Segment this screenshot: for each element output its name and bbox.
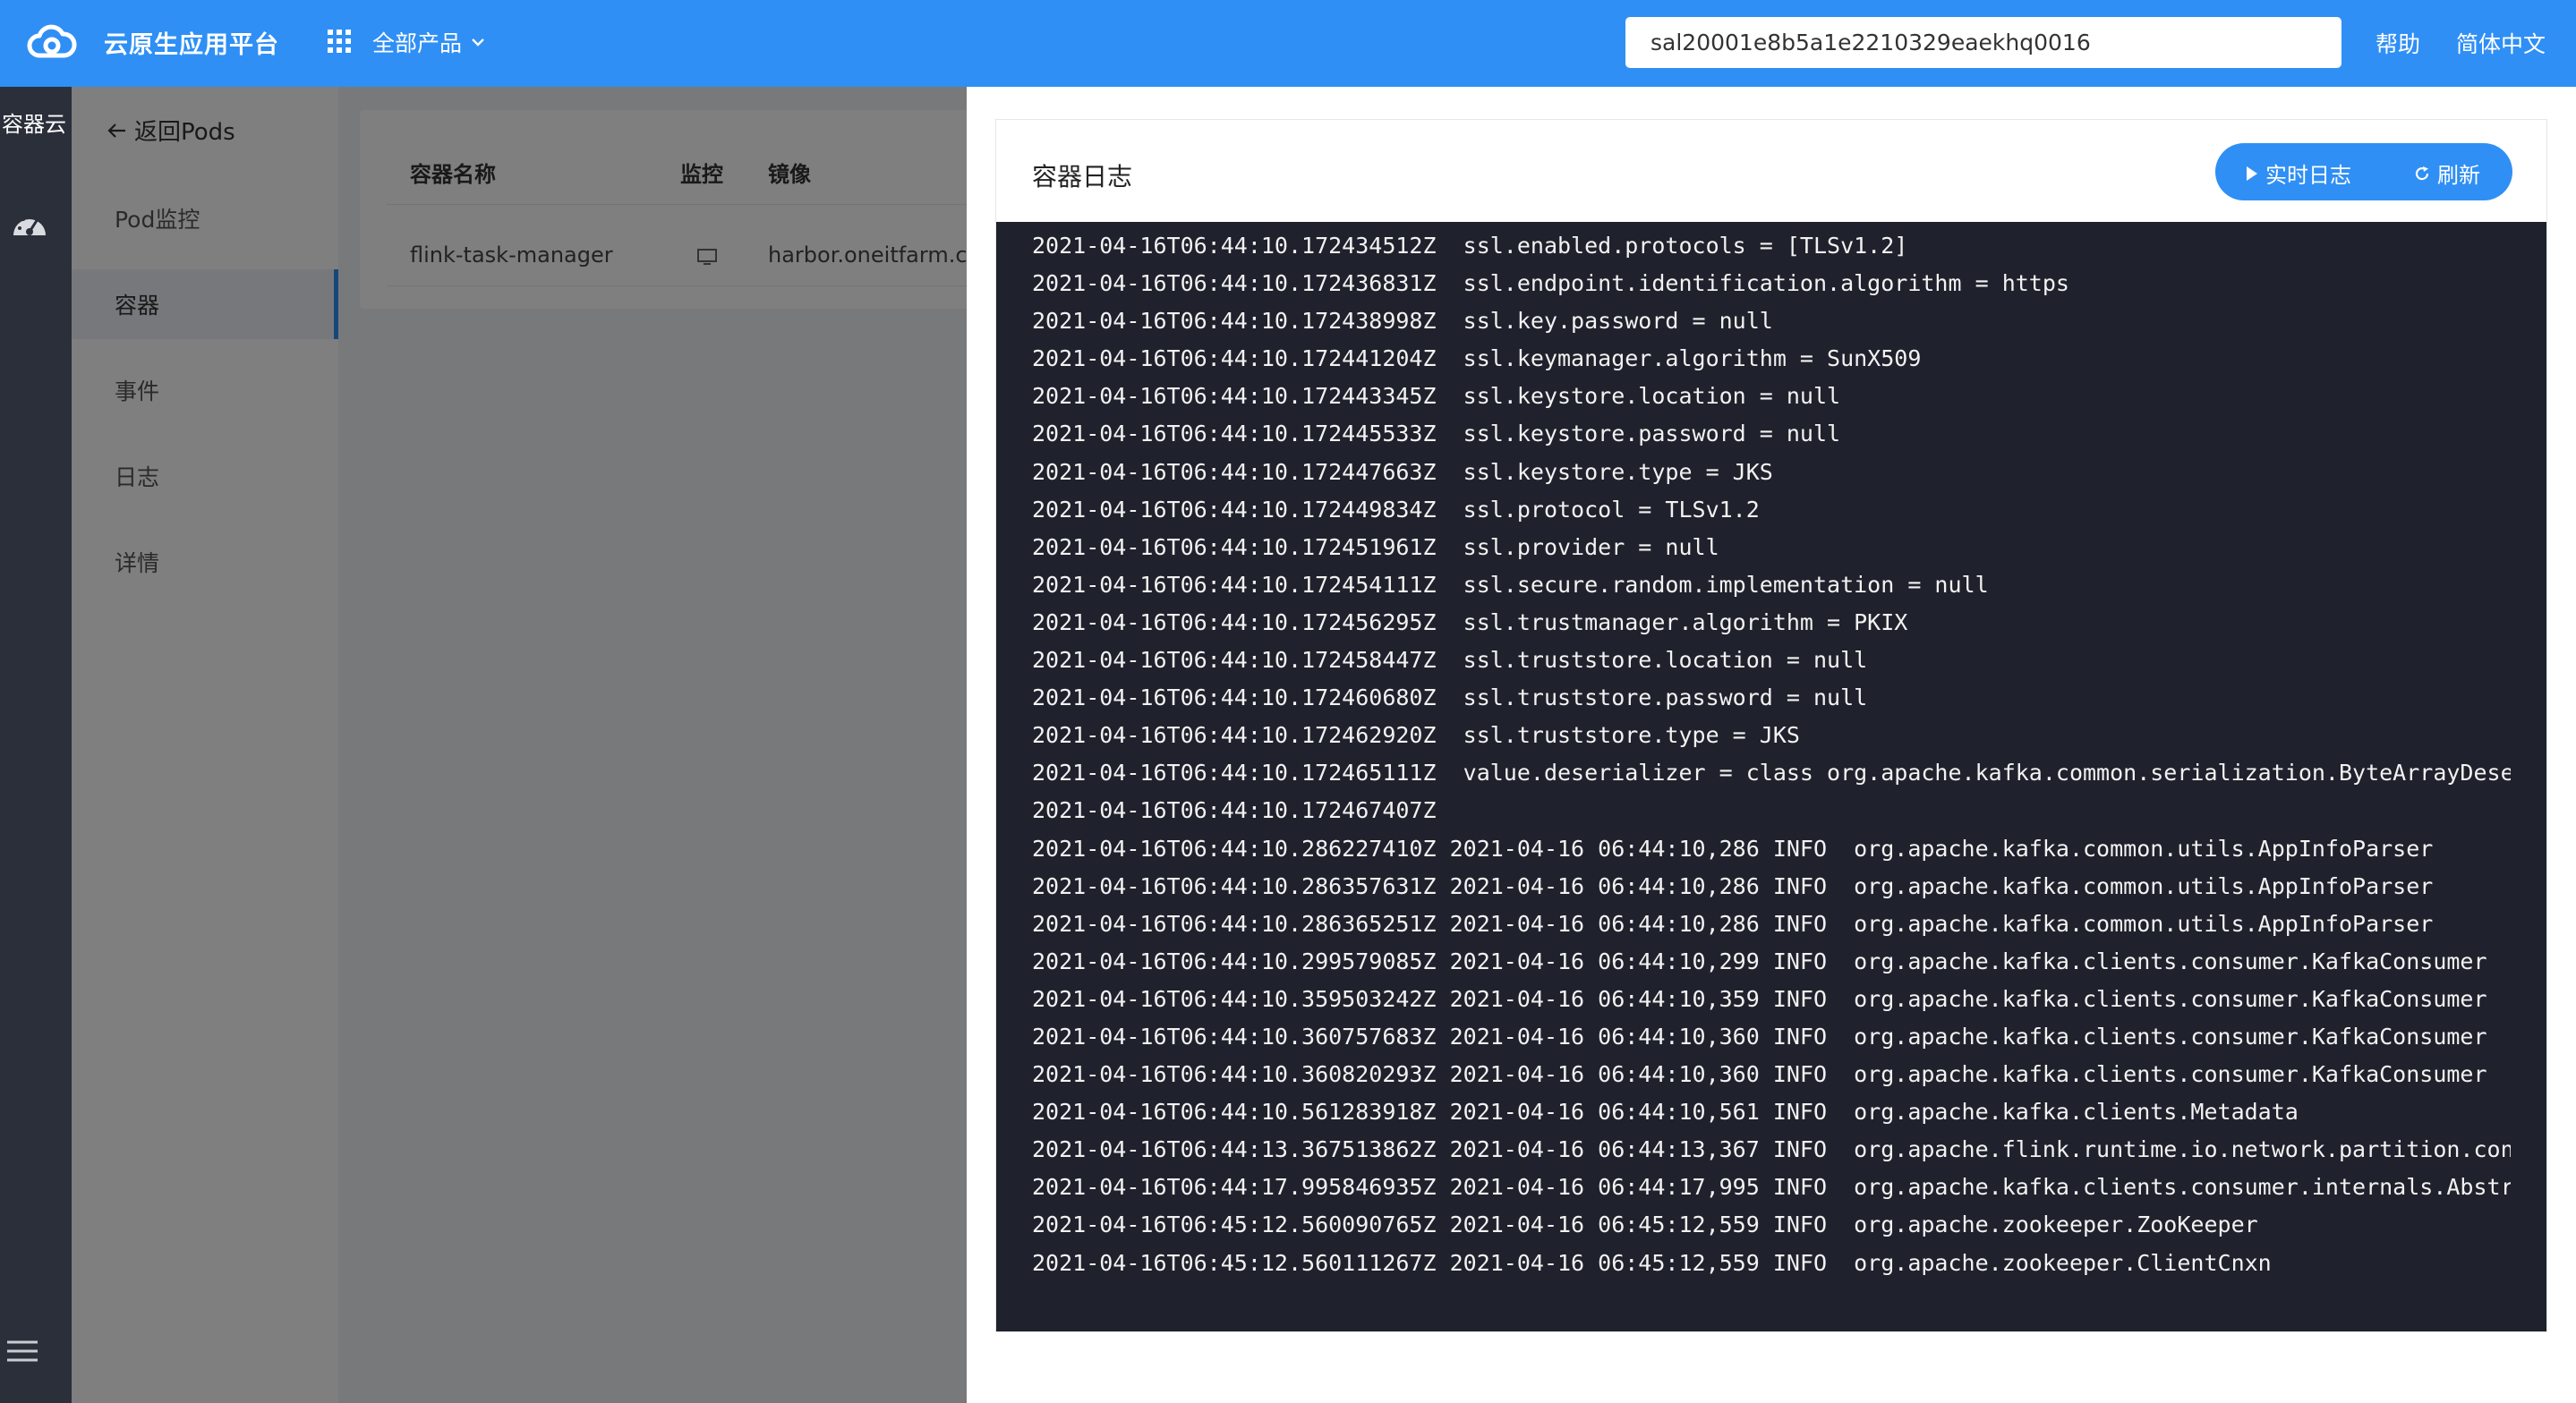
log-line: 2021-04-16T06:44:10.172447663Z ssl.keyst… <box>1032 458 1773 485</box>
modal-overlay[interactable] <box>72 87 967 1403</box>
log-line: 2021-04-16T06:44:13.367513862Z 2021-04-1… <box>1032 1136 2511 1163</box>
refresh-icon <box>2415 166 2429 180</box>
log-line: 2021-04-16T06:44:10.172441204Z ssl.keyma… <box>1032 345 1922 372</box>
log-line: 2021-04-16T06:44:10.172456295Z ssl.trust… <box>1032 608 1908 635</box>
log-line: 2021-04-16T06:44:10.360757683Z 2021-04-1… <box>1032 1023 2487 1050</box>
log-line: 2021-04-16T06:44:10.172460680Z ssl.trust… <box>1032 684 1868 711</box>
play-icon <box>2247 166 2257 181</box>
live-log-label: 实时日志 <box>2265 163 2351 188</box>
hamburger-menu-icon[interactable] <box>5 1338 39 1365</box>
log-line: 2021-04-16T06:44:10.286365251Z 2021-04-1… <box>1032 910 2434 937</box>
log-line: 2021-04-16T06:44:10.172449834Z ssl.proto… <box>1032 496 1760 523</box>
search-input[interactable] <box>1625 17 2341 68</box>
all-products-dropdown[interactable]: 全部产品 <box>372 26 485 58</box>
log-panel-title: 容器日志 <box>1032 162 1133 191</box>
apps-grid-icon[interactable] <box>326 28 353 55</box>
log-line: 2021-04-16T06:44:17.995846935Z 2021-04-1… <box>1032 1174 2511 1201</box>
log-line: 2021-04-16T06:44:10.172454111Z ssl.secur… <box>1032 571 1989 598</box>
log-action-group: 实时日志 刷新 <box>2215 143 2512 200</box>
top-bar: 云原生应用平台 全部产品 帮助 简体中文 <box>0 0 2576 87</box>
log-line: 2021-04-16T06:44:10.172436831Z ssl.endpo… <box>1032 270 2069 297</box>
log-line: 2021-04-16T06:44:10.286227410Z 2021-04-1… <box>1032 835 2434 862</box>
live-log-button[interactable]: 实时日志 <box>2246 157 2351 189</box>
log-line: 2021-04-16T06:44:10.172438998Z ssl.key.p… <box>1032 308 1773 335</box>
log-line: 2021-04-16T06:44:10.561283918Z 2021-04-1… <box>1032 1099 2299 1126</box>
log-line: 2021-04-16T06:44:10.299579085Z 2021-04-1… <box>1032 948 2487 974</box>
log-line: 2021-04-16T06:44:10.172451961Z ssl.provi… <box>1032 533 1719 560</box>
chevron-down-icon <box>472 38 484 47</box>
log-line: 2021-04-16T06:44:10.172443345Z ssl.keyst… <box>1032 383 1841 410</box>
cloud-logo-icon[interactable] <box>25 21 79 63</box>
rail-title[interactable]: 容器云 <box>0 106 72 138</box>
log-line: 2021-04-16T06:44:10.286357631Z 2021-04-1… <box>1032 872 2434 899</box>
refresh-label: 刷新 <box>2437 163 2480 188</box>
log-output[interactable]: 2021-04-16T06:44:10.172434512Z ssl.enabl… <box>996 222 2546 1331</box>
log-line: 2021-04-16T06:44:10.172465111Z value.des… <box>1032 760 2511 787</box>
log-line: 2021-04-16T06:44:10.172462920Z ssl.trust… <box>1032 722 1800 749</box>
language-switcher[interactable]: 简体中文 <box>2456 27 2546 59</box>
app-title[interactable]: 云原生应用平台 <box>104 25 279 60</box>
log-line: 2021-04-16T06:44:10.172445533Z ssl.keyst… <box>1032 421 1841 447</box>
log-line: 2021-04-16T06:44:10.172434512Z ssl.enabl… <box>1032 233 1908 259</box>
container-log-drawer: 容器日志 实时日志 刷新 2021-04-16T06:44:10.1724345… <box>967 87 2576 1403</box>
log-panel: 容器日志 实时日志 刷新 2021-04-16T06:44:10.1724345… <box>995 119 2547 1332</box>
help-link[interactable]: 帮助 <box>2376 27 2420 59</box>
log-line: 2021-04-16T06:44:10.172458447Z ssl.trust… <box>1032 647 1868 674</box>
log-panel-header: 容器日志 实时日志 刷新 <box>996 120 2546 222</box>
dashboard-gauge-icon[interactable] <box>11 208 48 241</box>
log-line: 2021-04-16T06:45:12.560111267Z 2021-04-1… <box>1032 1249 2272 1276</box>
log-line: 2021-04-16T06:44:10.359503242Z 2021-04-1… <box>1032 985 2487 1012</box>
log-line: 2021-04-16T06:44:10.360820293Z 2021-04-1… <box>1032 1061 2487 1088</box>
log-line: 2021-04-16T06:45:12.560090765Z 2021-04-1… <box>1032 1212 2258 1238</box>
global-nav-rail: 容器云 <box>0 87 72 1403</box>
all-products-label: 全部产品 <box>372 30 463 56</box>
refresh-button[interactable]: 刷新 <box>2414 157 2480 189</box>
log-line: 2021-04-16T06:44:10.172467407Z <box>1032 797 1437 824</box>
